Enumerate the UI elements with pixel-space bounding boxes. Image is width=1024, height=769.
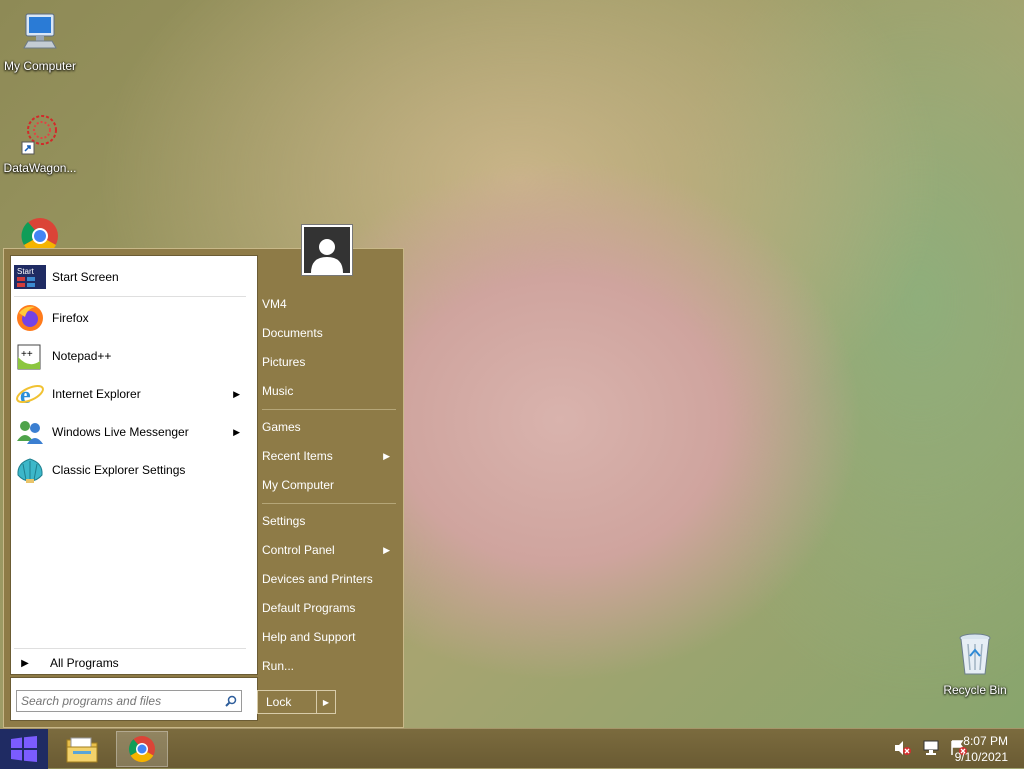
lock-label: Lock [266,695,292,709]
link-label: Music [262,384,294,398]
link-my-computer[interactable]: My Computer [262,474,392,496]
pinned-item-start-screen[interactable]: Start Start Screen [14,260,246,294]
internet-explorer-icon: e [14,378,46,410]
taskbar-file-explorer[interactable] [56,731,108,767]
link-music[interactable]: Music [262,380,392,402]
pinned-item-label: Classic Explorer Settings [52,463,186,477]
pinned-item-classic-explorer-settings[interactable]: Classic Explorer Settings [14,453,246,487]
datawagon-icon [0,112,80,159]
link-label: Default Programs [262,601,356,615]
notepad-plus-plus-icon: ++ [14,340,46,372]
shell-icon [14,454,46,486]
link-default-programs[interactable]: Default Programs [262,597,392,619]
link-help-support[interactable]: Help and Support [262,626,392,648]
start-screen-badge: Start [17,267,35,276]
start-screen-icon: Start [14,261,46,293]
chrome-icon [128,736,155,763]
desktop-icon-my-computer[interactable]: My Computer [0,10,80,73]
volume-muted-icon[interactable] [894,740,912,759]
windows-logo-icon [11,736,37,762]
pinned-item-label: Firefox [52,311,89,325]
link-label: Help and Support [262,630,356,644]
clock-time: 8:07 PM [963,734,1008,748]
all-programs-button[interactable]: ▶ All Programs [14,650,246,676]
link-label: Control Panel [262,543,335,557]
link-label: VM4 [262,297,287,311]
search-icon[interactable] [221,695,241,707]
pinned-item-label: Start Screen [52,270,119,284]
folder-icon [66,737,98,763]
link-run[interactable]: Run... [262,655,392,677]
user-avatar[interactable] [301,224,353,276]
link-devices-printers[interactable]: Devices and Printers [262,568,392,590]
desktop-icon-datawagon[interactable]: DataWagon... [0,112,80,175]
network-icon[interactable] [922,740,940,759]
expand-arrow-icon: ▶ [21,657,29,669]
recycle-bin-icon [935,630,1015,681]
link-label: Documents [262,326,323,340]
separator [262,503,396,504]
pinned-item-notepadpp[interactable]: ++ Notepad++ [14,339,246,373]
messenger-icon [14,416,46,448]
shutdown-options-arrow-icon[interactable]: ▶ [316,691,335,713]
separator [14,296,246,297]
link-label: Games [262,420,301,434]
pinned-item-label: Windows Live Messenger [52,425,189,439]
start-button[interactable] [0,729,48,769]
submenu-arrow-icon: ▶ [233,426,240,437]
desktop-icon-label: Recycle Bin [943,683,1007,697]
link-label: Pictures [262,355,306,369]
link-documents[interactable]: Documents [262,322,392,344]
pinned-item-internet-explorer[interactable]: e Internet Explorer ▶ [14,377,246,411]
link-label: Settings [262,514,306,528]
submenu-arrow-icon: ▶ [233,388,240,399]
link-label: Recent Items [262,449,333,463]
link-user-folder[interactable]: VM4 [262,293,392,315]
submenu-arrow-icon: ▶ [383,545,390,555]
search-box[interactable] [16,690,242,712]
link-pictures[interactable]: Pictures [262,351,392,373]
pinned-item-label: Internet Explorer [52,387,141,401]
search-input[interactable] [17,693,221,709]
separator [262,409,396,410]
all-programs-label: All Programs [50,656,119,670]
link-label: My Computer [262,478,335,492]
link-recent-items[interactable]: Recent Items ▶ [262,445,392,467]
taskbar: 8:07 PM 9/10/2021 [0,728,1024,769]
submenu-arrow-icon: ▶ [383,451,390,461]
link-games[interactable]: Games [262,416,392,438]
svg-text:++: ++ [21,349,33,360]
computer-icon [0,10,80,57]
firefox-icon [14,302,46,334]
desktop-icon-label: DataWagon... [3,161,77,175]
desktop-icon-label: My Computer [3,59,77,73]
link-label: Devices and Printers [262,572,373,586]
separator [14,648,246,649]
pinned-item-label: Notepad++ [52,349,112,363]
desktop-icon-recycle-bin[interactable]: Recycle Bin [935,630,1015,697]
link-settings[interactable]: Settings [262,510,392,532]
taskbar-chrome[interactable] [116,731,168,767]
user-silhouette-icon [304,227,350,273]
pinned-item-windows-live-messenger[interactable]: Windows Live Messenger ▶ [14,415,246,449]
clock-date: 9/10/2021 [954,750,1008,764]
lock-button[interactable]: Lock ▶ [257,690,336,714]
link-label: Run... [262,659,295,673]
pinned-item-firefox[interactable]: Firefox [14,301,246,335]
taskbar-clock[interactable]: 8:07 PM 9/10/2021 [955,733,1008,765]
link-control-panel[interactable]: Control Panel ▶ [262,539,392,561]
